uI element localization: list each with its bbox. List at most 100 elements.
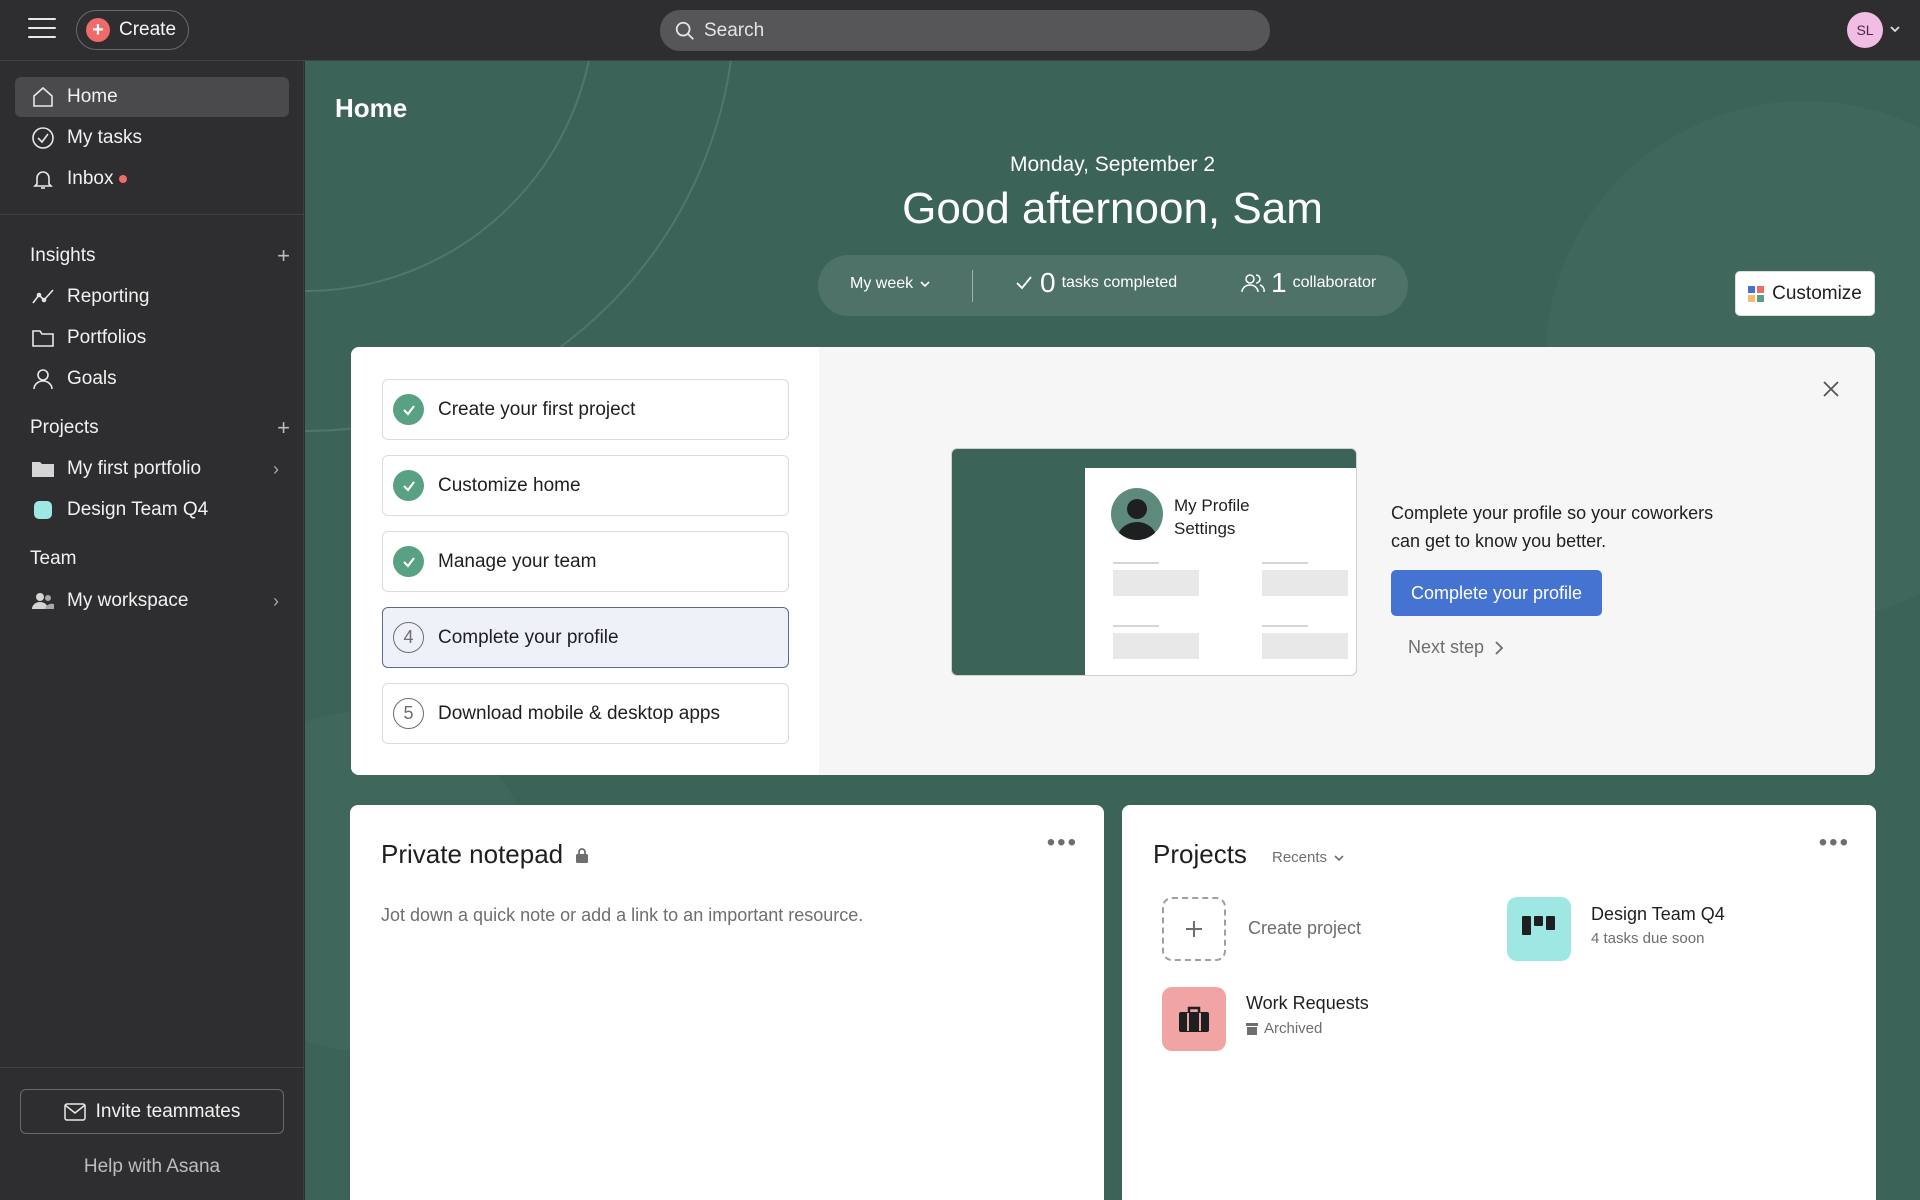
sidebar-item-home[interactable]: Home: [15, 77, 289, 117]
menu-icon[interactable]: [28, 18, 56, 42]
customize-label: Customize: [1772, 282, 1862, 304]
profile-illustration: My Profile Settings: [951, 448, 1357, 676]
close-icon[interactable]: [1819, 377, 1843, 401]
chevron-down-icon: [1334, 854, 1344, 861]
add-project-icon[interactable]: +: [277, 415, 290, 441]
more-options-icon[interactable]: •••: [1047, 829, 1078, 857]
placeholder-box: [1113, 570, 1199, 596]
sidebar-item-goals[interactable]: Goals: [15, 359, 289, 399]
create-button[interactable]: + Create: [76, 10, 189, 50]
step-label: Customize home: [438, 474, 581, 496]
invite-label: Invite teammates: [95, 1100, 241, 1122]
project-subtext: Archived: [1264, 1020, 1323, 1037]
divider: [972, 270, 973, 302]
sidebar-item-design-team-q4[interactable]: Design Team Q4: [15, 490, 289, 530]
project-archived: Archived: [1246, 1020, 1322, 1037]
next-step-button[interactable]: Next step: [1408, 637, 1504, 658]
chevron-right-icon[interactable]: ›: [273, 459, 279, 480]
placeholder-line: [1113, 562, 1159, 564]
page-title: Home: [335, 93, 408, 123]
step-number: 5: [393, 698, 424, 729]
board-icon: [1522, 916, 1555, 935]
mail-icon: [63, 1102, 86, 1121]
step-manage-team[interactable]: Manage your team: [382, 531, 789, 592]
people-icon: [1241, 274, 1265, 293]
chevron-down-icon: [920, 281, 930, 288]
sidebar-item-inbox[interactable]: Inbox: [15, 159, 289, 199]
create-project-tile[interactable]: [1162, 897, 1226, 961]
create-project-label[interactable]: Create project: [1248, 918, 1361, 939]
step-download-apps[interactable]: 5 Download mobile & desktop apps: [382, 683, 789, 744]
next-step-label: Next step: [1408, 637, 1485, 657]
step-complete-profile[interactable]: 4 Complete your profile: [382, 607, 789, 668]
sidebar-item-my-tasks[interactable]: My tasks: [15, 118, 289, 158]
project-tile-work-requests[interactable]: [1162, 987, 1226, 1051]
complete-profile-button[interactable]: Complete your profile: [1391, 570, 1602, 616]
step-label: Download mobile & desktop apps: [438, 702, 721, 724]
step-number: 4: [393, 622, 424, 653]
project-subtext: 4 tasks due soon: [1591, 930, 1705, 947]
search-icon: [675, 21, 694, 40]
onboarding-steps: Create your first project Customize home…: [351, 347, 819, 775]
search-input[interactable]: Search: [660, 10, 1270, 51]
customize-button[interactable]: Customize: [1735, 271, 1875, 316]
more-options-icon[interactable]: •••: [1819, 829, 1850, 857]
placeholder-line: [1113, 625, 1159, 627]
main-content: Home Monday, September 2 Good afternoon,…: [305, 61, 1920, 1200]
plus-icon: [1186, 921, 1202, 937]
period-dropdown[interactable]: My week: [850, 275, 931, 293]
sidebar-item-label: Goals: [67, 368, 117, 389]
search-placeholder: Search: [704, 19, 765, 41]
onboarding-card: Create your first project Customize home…: [351, 347, 1875, 775]
tasks-completed-stat: 0 tasks completed: [1014, 267, 1177, 299]
add-insight-icon[interactable]: +: [277, 243, 290, 269]
step-label: Create your first project: [438, 398, 636, 420]
check-icon: [393, 546, 424, 577]
unread-dot: [119, 175, 128, 183]
sidebar-item-portfolios[interactable]: Portfolios: [15, 318, 289, 358]
chevron-right-icon: [1495, 640, 1504, 655]
project-name[interactable]: Design Team Q4: [1591, 904, 1725, 925]
notepad-input[interactable]: Jot down a quick note or add a link to a…: [381, 905, 863, 926]
folder-filled-icon: [32, 462, 54, 477]
collab-label: collaborator: [1292, 274, 1377, 291]
sidebar-item-reporting[interactable]: Reporting: [15, 277, 289, 317]
illustration-title: My Profile Settings: [1174, 496, 1250, 538]
sidebar: Home My tasks Inbox Insights + Reporting…: [0, 61, 304, 1200]
sidebar-item-label: My workspace: [67, 590, 189, 611]
notepad-title-row: Private notepad: [381, 839, 589, 870]
placeholder-box: [1113, 633, 1199, 659]
project-tile-design-team-q4[interactable]: [1507, 897, 1571, 961]
check-circle-icon: [32, 127, 54, 149]
chevron-down-icon[interactable]: [1888, 22, 1902, 36]
create-label: Create: [119, 19, 177, 40]
collab-count: 1: [1271, 267, 1287, 298]
project-name[interactable]: Work Requests: [1246, 993, 1369, 1014]
sidebar-item-label: Portfolios: [67, 327, 147, 348]
person-icon: [33, 369, 53, 390]
step-create-first-project[interactable]: Create your first project: [382, 379, 789, 440]
check-icon: [393, 394, 424, 425]
illustration-card: My Profile Settings: [1085, 468, 1356, 675]
placeholder-line: [1262, 625, 1308, 627]
people-icon: [32, 593, 54, 609]
step-customize-home[interactable]: Customize home: [382, 455, 789, 516]
recents-dropdown[interactable]: Recents: [1272, 849, 1345, 866]
sidebar-item-my-first-portfolio[interactable]: My first portfolio ›: [15, 449, 289, 489]
avatar[interactable]: SL: [1847, 12, 1883, 48]
sidebar-item-my-workspace[interactable]: My workspace ›: [15, 581, 289, 621]
team-heading: Team: [30, 548, 77, 569]
help-link[interactable]: Help with Asana: [0, 1156, 304, 1178]
placeholder-line: [1262, 562, 1308, 564]
invite-teammates-button[interactable]: Invite teammates: [20, 1089, 284, 1134]
avatar-illustration: [1111, 488, 1163, 540]
bell-icon: [33, 171, 53, 189]
lock-icon: [576, 847, 589, 863]
insights-header: Insights +: [30, 243, 290, 269]
sidebar-item-label: My tasks: [67, 127, 142, 148]
project-color-swatch: [34, 501, 52, 519]
top-bar: + Create Search SL: [0, 0, 1920, 61]
briefcase-icon: [1179, 1006, 1209, 1032]
line-chart-icon: [32, 289, 54, 304]
chevron-right-icon[interactable]: ›: [273, 591, 279, 612]
